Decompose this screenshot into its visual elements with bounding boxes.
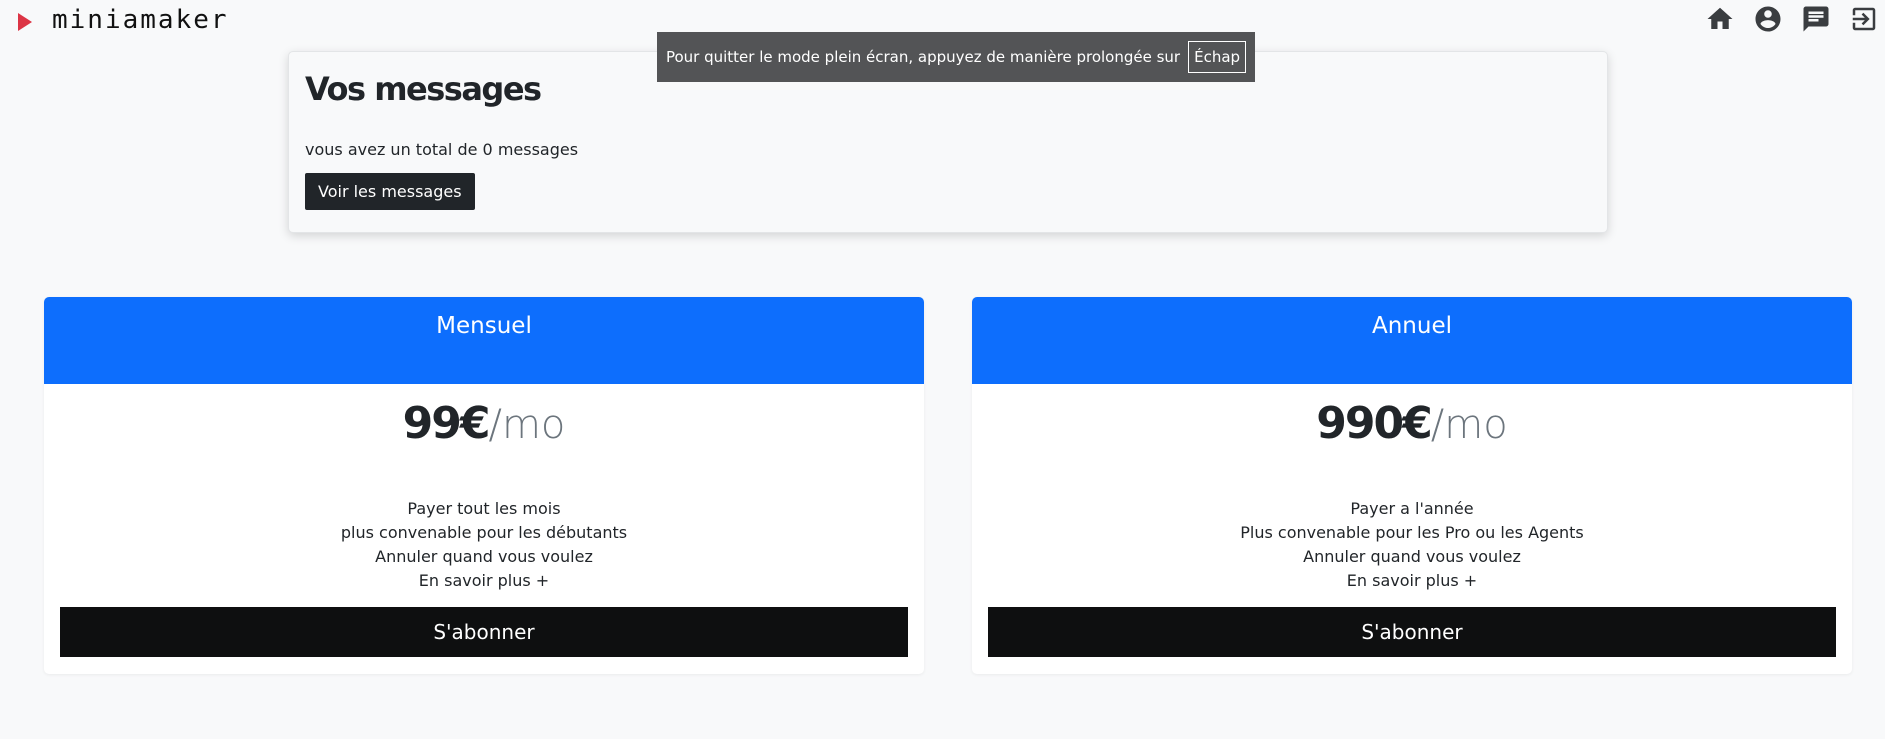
plan-price: 99€/mo xyxy=(44,398,924,458)
price-amount: 99€ xyxy=(402,398,491,449)
fullscreen-toast-text: Pour quitter le mode plein écran, appuye… xyxy=(665,48,1181,66)
plan-title: Annuel xyxy=(972,297,1852,384)
subscribe-button-yearly[interactable]: S'abonner xyxy=(988,607,1836,657)
feature-item: Plus convenable pour les Pro ou les Agen… xyxy=(1240,523,1584,542)
learn-more-link[interactable]: En savoir plus + xyxy=(44,569,924,593)
plan-card-yearly: Annuel 990€/mo Payer a l'année Plus conv… xyxy=(972,297,1852,674)
brand-name: miniamaker xyxy=(52,5,229,35)
messages-icon[interactable] xyxy=(1801,4,1831,34)
feature-item: Payer a l'année xyxy=(1350,499,1474,518)
messages-count-text: vous avez un total de 0 messages xyxy=(305,140,579,159)
account-icon[interactable] xyxy=(1753,4,1783,34)
plan-features: Payer tout les mois plus convenable pour… xyxy=(44,497,924,593)
home-icon[interactable] xyxy=(1705,4,1735,34)
brand-logo[interactable]: miniamaker xyxy=(18,5,229,35)
price-period: /mo xyxy=(1430,402,1508,448)
top-nav xyxy=(1705,4,1879,34)
price-period: /mo xyxy=(488,402,566,448)
page: miniamaker Pour quitter le mode plein éc… xyxy=(0,0,1885,739)
feature-item: Annuler quand vous voulez xyxy=(375,547,593,566)
learn-more-link[interactable]: En savoir plus + xyxy=(972,569,1852,593)
feature-item: Annuler quand vous voulez xyxy=(1303,547,1521,566)
plan-price: 990€/mo xyxy=(972,398,1852,458)
plan-card-monthly: Mensuel 99€/mo Payer tout les mois plus … xyxy=(44,297,924,674)
play-icon xyxy=(18,13,32,31)
logout-icon[interactable] xyxy=(1849,4,1879,34)
view-messages-button[interactable]: Voir les messages xyxy=(305,173,475,210)
escape-key-badge: Échap xyxy=(1188,41,1247,73)
feature-item: plus convenable pour les débutants xyxy=(340,523,628,542)
plan-features: Payer a l'année Plus convenable pour les… xyxy=(972,497,1852,593)
subscribe-button-monthly[interactable]: S'abonner xyxy=(60,607,908,657)
price-amount: 990€ xyxy=(1316,398,1432,449)
plan-title: Mensuel xyxy=(44,297,924,384)
feature-item: Payer tout les mois xyxy=(407,499,561,518)
fullscreen-toast: Pour quitter le mode plein écran, appuye… xyxy=(657,32,1255,82)
